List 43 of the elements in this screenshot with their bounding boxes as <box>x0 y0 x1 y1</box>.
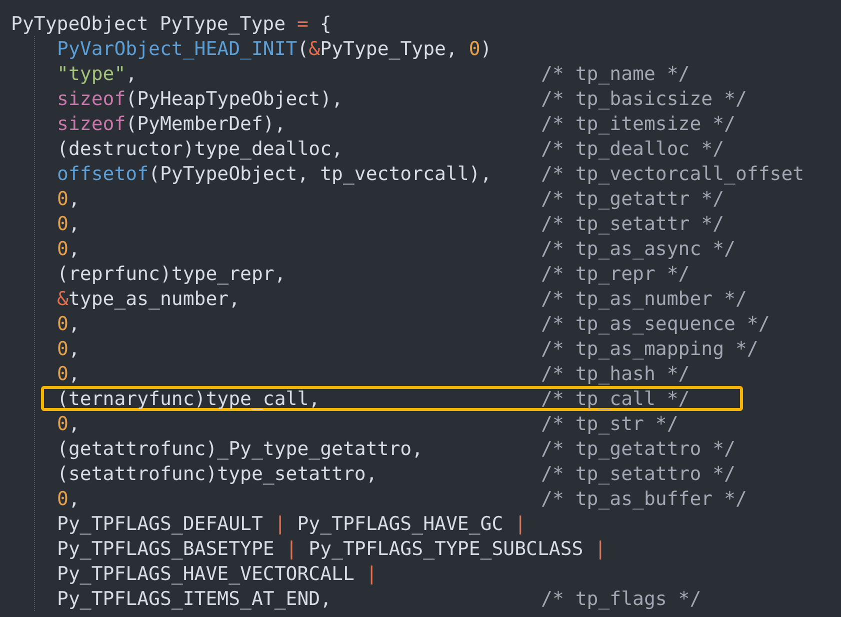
code-line: (ternaryfunc)type_call, <box>57 388 322 410</box>
code-line: sizeof(PyHeapTypeObject), <box>57 88 344 110</box>
code-line: Py_TPFLAGS_HAVE_VECTORCALL | <box>57 562 378 584</box>
code-comment: /* tp_setattro */ <box>541 462 736 484</box>
code-comment: /* tp_hash */ <box>541 362 690 384</box>
code-comment: /* tp_vectorcall_offset <box>541 162 804 184</box>
code-comment: /* tp_as_buffer */ <box>541 488 747 510</box>
code-line: 0, <box>57 488 81 510</box>
code-line: 0, <box>57 338 81 360</box>
code-line: PyTypeObject PyType_Type = { <box>11 12 332 34</box>
code-line: 0, <box>57 362 81 384</box>
code-line: 0, <box>57 188 81 210</box>
code-line: Py_TPFLAGS_ITEMS_AT_END, <box>57 588 333 610</box>
code-comment: /* tp_basicsize */ <box>541 88 747 110</box>
code-line: 0, <box>57 312 81 334</box>
code-line: (destructor)type_dealloc, <box>57 138 344 160</box>
code-line: (setattrofunc)type_setattro, <box>57 462 378 484</box>
code-comment: /* tp_as_sequence */ <box>541 312 770 334</box>
code-comment: /* tp_str */ <box>541 412 678 434</box>
code-comment: /* tp_getattro */ <box>541 438 736 460</box>
code-line: sizeof(PyMemberDef), <box>57 112 287 134</box>
code-comment: /* tp_setattr */ <box>541 212 724 234</box>
code-comment: /* tp_repr */ <box>541 262 690 284</box>
code-line: &type_as_number, <box>57 288 242 310</box>
code-comment: /* tp_call */ <box>541 388 690 410</box>
code-comment: /* tp_getattr */ <box>541 188 724 210</box>
code-comment: /* tp_itemsize */ <box>541 112 736 134</box>
code-line: offsetof(PyTypeObject, tp_vectorcall), <box>57 162 493 184</box>
code-comment: /* tp_name */ <box>541 62 690 84</box>
code-comment: /* tp_flags */ <box>541 588 702 610</box>
code-comment: /* tp_as_mapping */ <box>541 338 758 360</box>
code-line: Py_TPFLAGS_DEFAULT | Py_TPFLAGS_HAVE_GC | <box>57 512 526 534</box>
code-line: 0, <box>57 212 81 234</box>
code-comment: /* tp_as_async */ <box>541 238 736 260</box>
code-line: "type", <box>57 62 138 84</box>
code-line: 0, <box>57 412 81 434</box>
code-line: 0, <box>57 238 81 260</box>
code-line: (getattrofunc)_Py_type_getattro, <box>57 438 424 460</box>
code-line: (reprfunc)type_repr, <box>57 262 287 284</box>
code-line: PyVarObject_HEAD_INIT(&PyType_Type, 0) <box>57 38 492 60</box>
code-line: Py_TPFLAGS_BASETYPE | Py_TPFLAGS_TYPE_SUBCLASS | <box>57 538 606 560</box>
code-comment: /* tp_dealloc */ <box>541 138 724 160</box>
code-comment: /* tp_as_number */ <box>541 288 747 310</box>
